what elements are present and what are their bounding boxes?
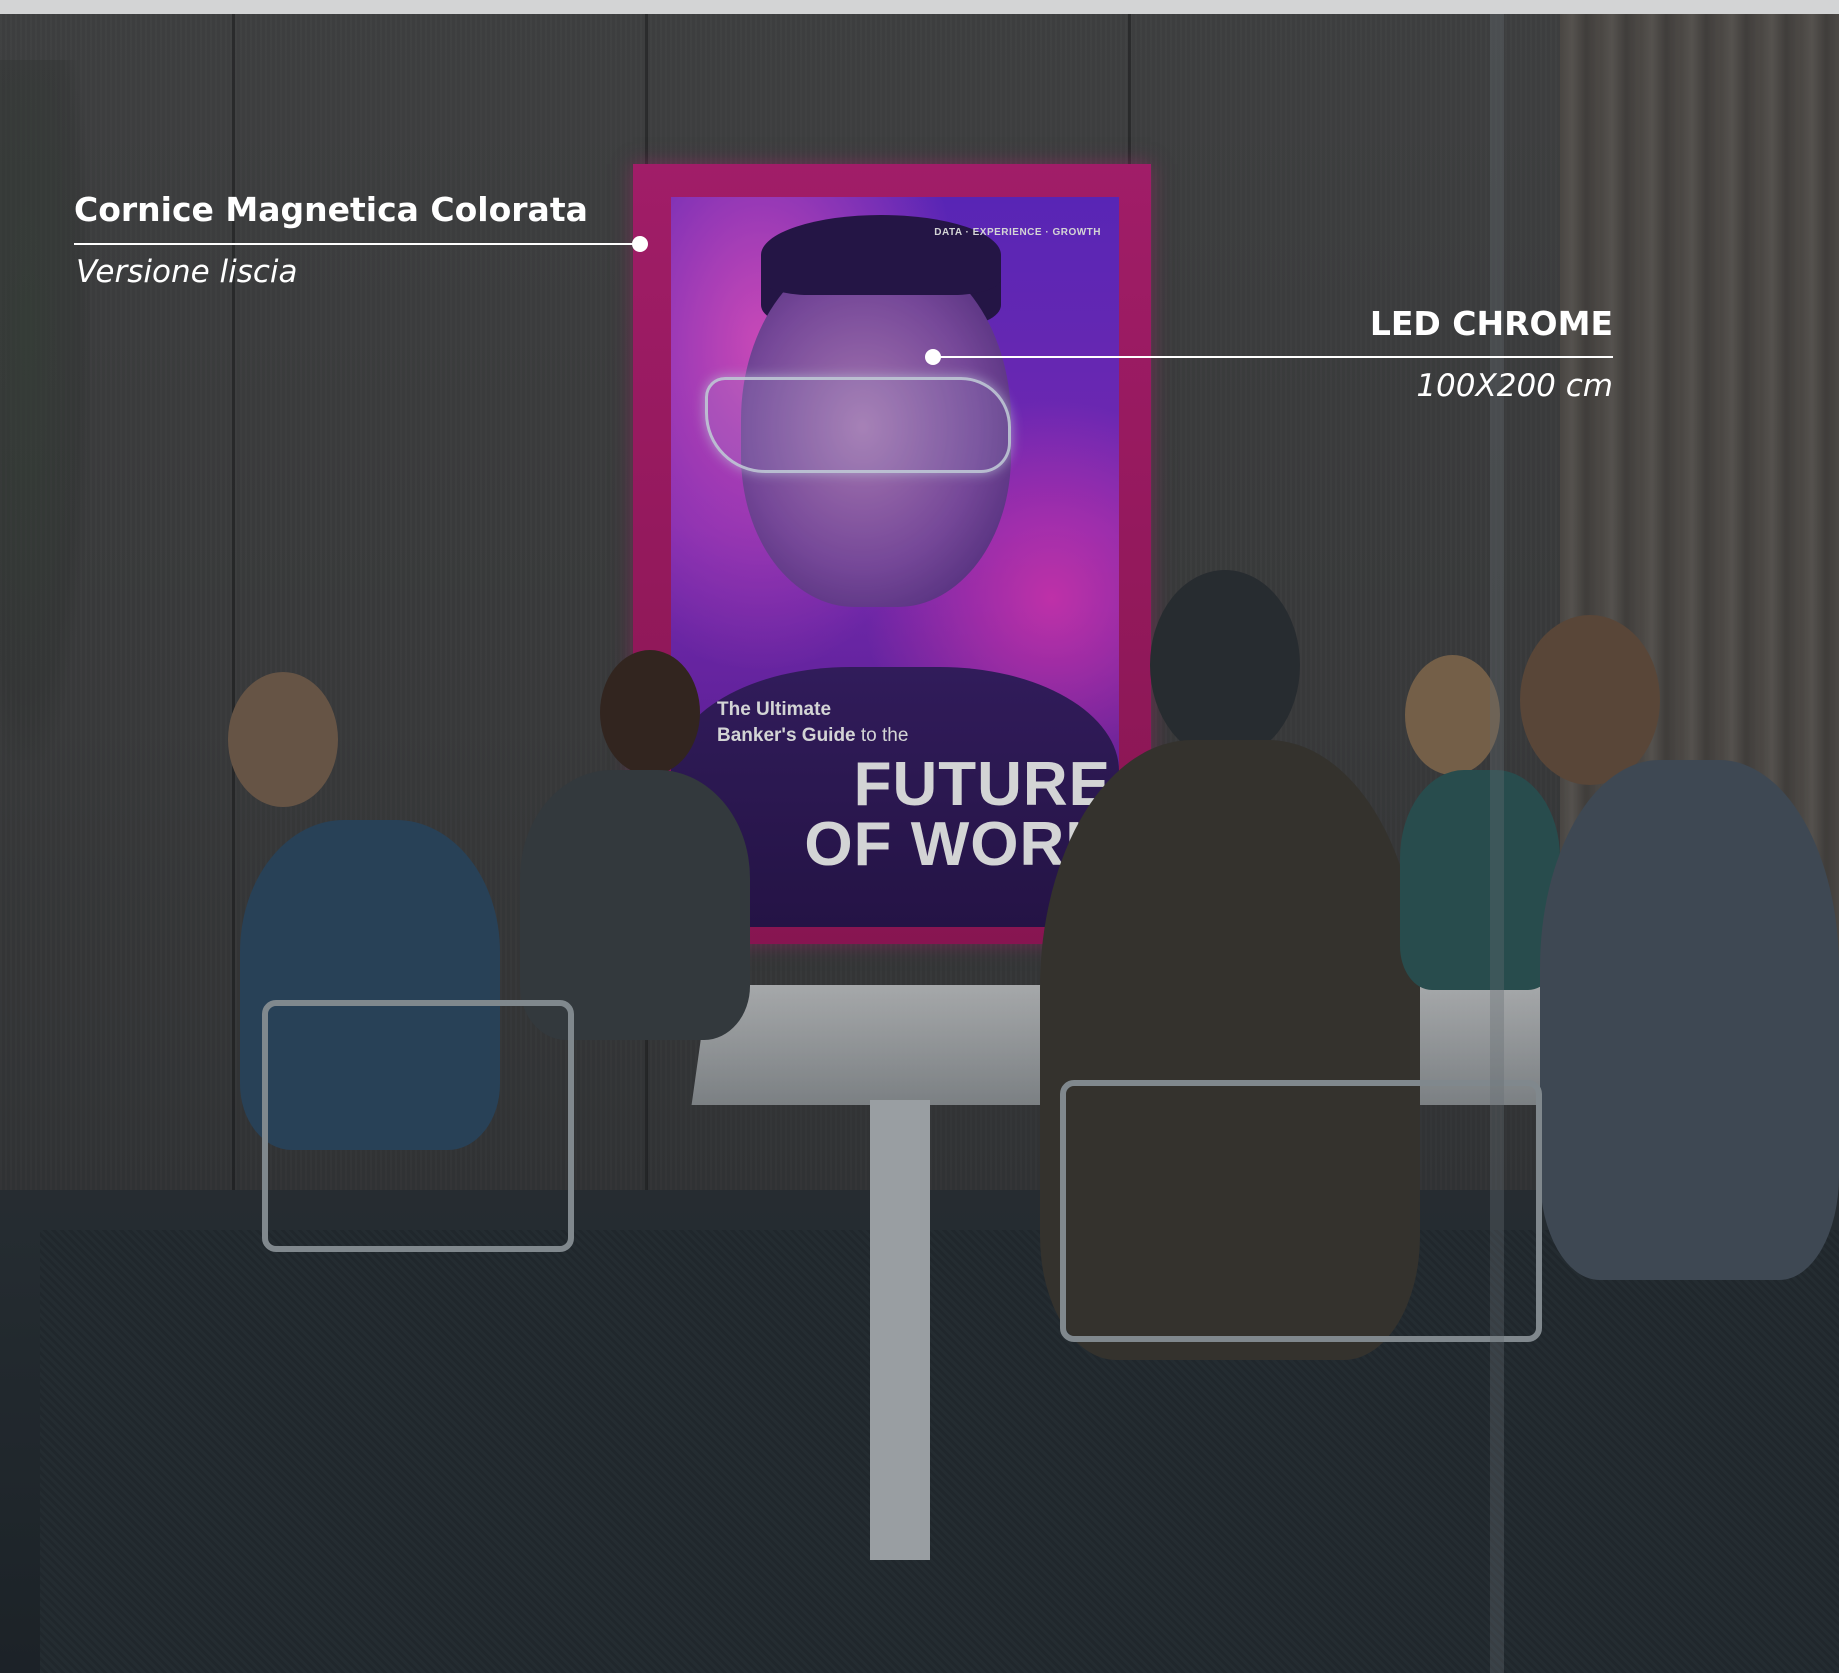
man-back-head: [1150, 570, 1300, 760]
poster-subtitle: The Ultimate Banker's Guide to the: [717, 697, 908, 749]
poster-line2: Banker's Guide to the: [717, 723, 908, 749]
meeting-room-photo: DATA · EXPERIENCE · GROWTH The Ultimate …: [0, 0, 1839, 1673]
man-right-body: [1540, 760, 1839, 1280]
plant: [0, 60, 90, 760]
man-center-left-head: [600, 650, 700, 775]
lightbox-poster: DATA · EXPERIENCE · GROWTH The Ultimate …: [671, 197, 1119, 927]
callout-lightbox-line: [933, 356, 1613, 358]
rug: [40, 1230, 1839, 1673]
poster-visor-glasses: [705, 377, 1011, 473]
poster-line2-thin: to the: [855, 725, 909, 746]
table-leg: [870, 1100, 930, 1560]
callout-frame-line: [74, 243, 636, 245]
callout-lightbox-subtitle: 100X200 cm: [1416, 368, 1613, 404]
poster-topline: DATA · EXPERIENCE · GROWTH: [934, 227, 1101, 238]
chair: [262, 1000, 574, 1252]
woman-left-head: [228, 672, 338, 807]
chair: [1060, 1080, 1542, 1342]
woman-right-head: [1405, 655, 1500, 775]
callout-frame-dot: [632, 236, 648, 252]
top-border: [0, 0, 1839, 14]
callout-frame-subtitle: Versione liscia: [76, 254, 298, 290]
poster-line2-bold: Banker's Guide: [717, 725, 856, 746]
callout-frame-title: Cornice Magnetica Colorata: [74, 190, 588, 229]
callout-lightbox-title: LED CHROME: [1369, 304, 1613, 343]
poster-line1: The Ultimate: [717, 699, 832, 720]
woman-right-body: [1400, 770, 1560, 990]
glass-partition-post: [1490, 14, 1504, 1673]
man-right-head: [1520, 615, 1660, 785]
